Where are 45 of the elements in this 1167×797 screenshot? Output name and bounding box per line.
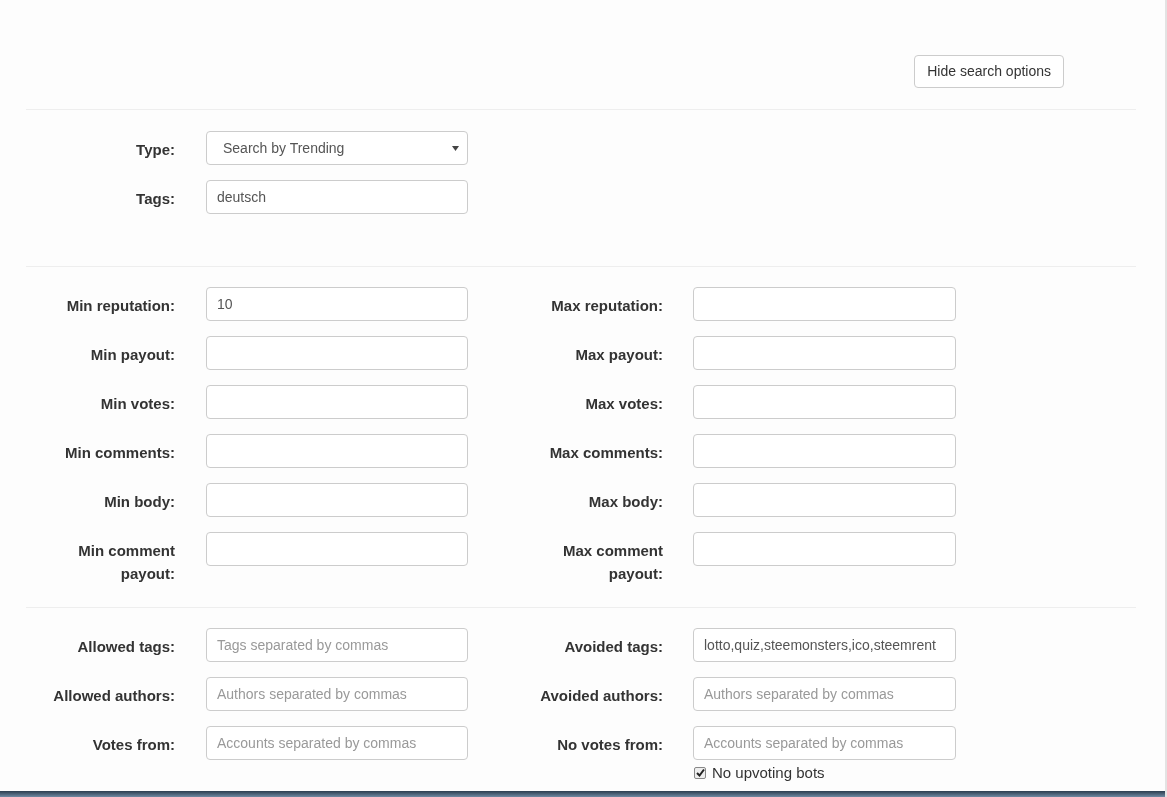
- field-label: Avoided authors:: [540, 686, 663, 706]
- field-label: Max comment payout:: [561, 541, 663, 584]
- checkbox-label: No upvoting bots: [712, 765, 825, 780]
- field-label: Max payout:: [575, 345, 663, 365]
- field-label: Allowed authors:: [53, 686, 175, 706]
- field-label: Min comments:: [65, 443, 175, 463]
- text-field[interactable]: [206, 385, 468, 419]
- field-label: Min comment payout:: [77, 541, 175, 584]
- text-field[interactable]: lotto,quiz,steemonsters,ico,steemrent: [693, 628, 956, 662]
- field-label: Type:: [136, 140, 175, 160]
- text-field[interactable]: [693, 287, 956, 321]
- field-label: Max reputation:: [551, 296, 663, 316]
- field-label: Tags:: [136, 189, 175, 209]
- text-field[interactable]: Tags separated by commas: [206, 628, 468, 662]
- text-field[interactable]: [206, 434, 468, 468]
- text-field[interactable]: Accounts separated by commas: [206, 726, 468, 760]
- text-field[interactable]: Authors separated by commas: [206, 677, 468, 711]
- field-label: Min reputation:: [66, 296, 175, 316]
- text-field[interactable]: 10: [206, 287, 468, 321]
- field-label: Votes from:: [92, 735, 175, 755]
- field-label: Min payout:: [90, 345, 175, 365]
- text-field[interactable]: [693, 336, 956, 370]
- text-field[interactable]: [693, 532, 956, 566]
- caret-icon: [452, 145, 459, 151]
- field-label: Min body:: [104, 492, 175, 512]
- checkbox[interactable]: [694, 766, 706, 779]
- check-icon: [695, 768, 705, 777]
- text-field[interactable]: deutsch: [206, 180, 468, 214]
- field-label: Min votes:: [100, 394, 175, 414]
- type-select[interactable]: Search by Trending: [206, 131, 468, 165]
- text-field[interactable]: [206, 532, 468, 566]
- text-field[interactable]: [693, 434, 956, 468]
- field-label: No votes from:: [557, 735, 663, 755]
- text-field[interactable]: Authors separated by commas: [693, 677, 956, 711]
- field-label: Max votes:: [585, 394, 663, 414]
- text-field[interactable]: [206, 483, 468, 517]
- field-label: Allowed tags:: [77, 637, 175, 657]
- text-field[interactable]: [693, 483, 956, 517]
- hide-search-options-button[interactable]: Hide search options: [914, 55, 1064, 88]
- field-label: Max body:: [588, 492, 663, 512]
- text-field[interactable]: [206, 336, 468, 370]
- text-field[interactable]: Accounts separated by commas: [693, 726, 956, 760]
- text-field[interactable]: [693, 385, 956, 419]
- field-label: Max comments:: [549, 443, 663, 463]
- field-label: Avoided tags:: [564, 637, 663, 657]
